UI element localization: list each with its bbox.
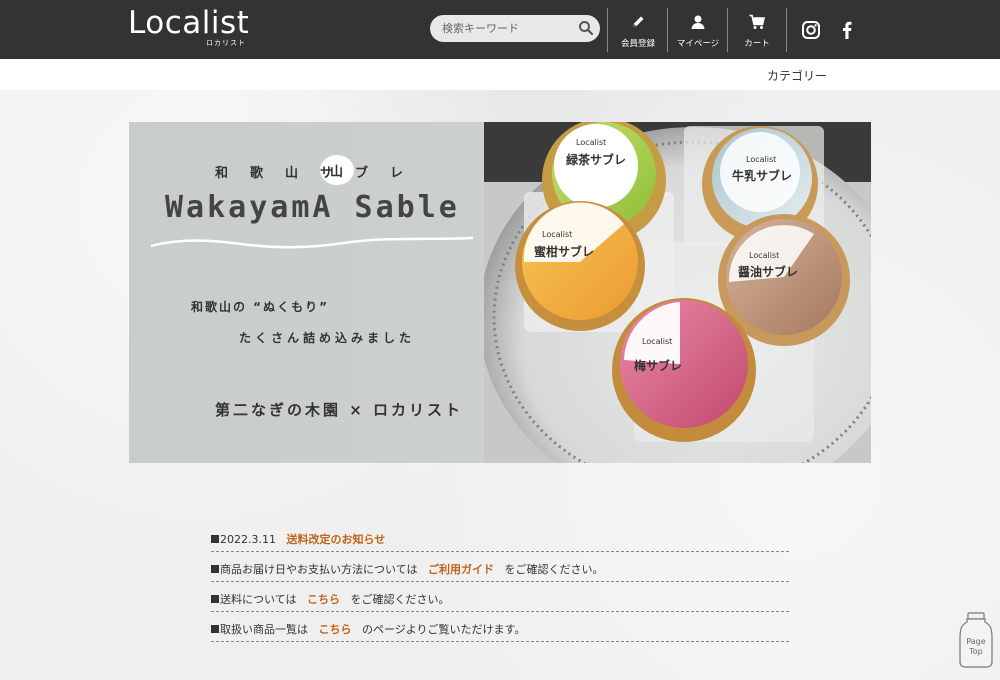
banner-text-area: 山 和歌山サブレ WakayamA Sable 和歌山の “ぬくもり” たくさん…: [129, 122, 499, 463]
notice-item: 送料については こちら をご確認ください。: [211, 582, 789, 612]
site-logo[interactable]: Localist ロカリスト: [128, 6, 250, 48]
label-mikan-name: 蜜柑サブレ: [534, 244, 594, 259]
notice-text: 取扱い商品一覧は: [220, 623, 308, 636]
page-top-line1: Page: [966, 637, 985, 646]
instagram-icon[interactable]: [801, 20, 821, 40]
page-top-button[interactable]: Page Top: [958, 612, 994, 668]
header-bar: Localist ロカリスト 会員登録 マイページ カート: [0, 0, 1000, 59]
category-bar: カテゴリー: [0, 59, 1000, 90]
hero-banner[interactable]: 山 和歌山サブレ WakayamA Sable 和歌山の “ぬくもり” たくさん…: [129, 122, 871, 463]
search-icon[interactable]: [578, 20, 594, 36]
label-ume-brand: Localist: [642, 337, 672, 346]
banner-title: WakayamA Sable: [165, 190, 460, 225]
logo-text: Localist: [128, 5, 250, 41]
label-green-brand: Localist: [576, 138, 606, 147]
sable-photo: Localist 緑茶サブレ Localist 牛乳サブレ Localist 蜜…: [484, 122, 871, 463]
label-milk-brand: Localist: [746, 155, 776, 164]
search-input[interactable]: [442, 19, 572, 38]
nav-mypage[interactable]: マイページ: [670, 14, 726, 54]
notice-item: 2022.3.11 送料改定のお知らせ: [211, 522, 789, 552]
notice-date: 2022.3.11: [220, 533, 276, 546]
nav-register[interactable]: 会員登録: [610, 14, 666, 54]
category-menu[interactable]: カテゴリー: [767, 67, 827, 84]
label-shoyu-name: 醤油サブレ: [738, 264, 798, 279]
notice-text: をご確認ください。: [504, 563, 604, 576]
label-mikan-brand: Localist: [542, 230, 572, 239]
nav-register-label: 会員登録: [620, 39, 655, 49]
cart-icon: [749, 14, 765, 29]
label-shoyu-brand: Localist: [749, 251, 779, 260]
label-milk-name: 牛乳サブレ: [732, 168, 792, 183]
bullet-square: [211, 625, 219, 633]
bullet-square: [211, 565, 219, 573]
notice-text: 商品お届け日やお支払い方法については: [220, 563, 418, 576]
nav-divider: [727, 8, 728, 52]
bullet-square: [211, 595, 219, 603]
facebook-icon[interactable]: [837, 20, 857, 40]
notice-item: 商品お届け日やお支払い方法については ご利用ガイド をご確認ください。: [211, 552, 789, 582]
nav-divider: [667, 8, 668, 52]
label-ume-name: 梅サブレ: [634, 358, 682, 373]
notice-item: 取扱い商品一覧は こちら のページよりご覧いただけます。: [211, 612, 789, 642]
notice-list: 2022.3.11 送料改定のお知らせ 商品お届け日やお支払い方法については ご…: [211, 522, 789, 642]
notice-link-shipping-update[interactable]: 送料改定のお知らせ: [286, 533, 385, 546]
nav-divider: [786, 8, 787, 52]
page-top-line2: Top: [968, 647, 983, 656]
banner-kicker: 和歌山サブレ: [215, 162, 435, 182]
banner-tagline-1: 和歌山の “ぬくもり”: [191, 300, 329, 314]
notice-text: をご確認ください。: [350, 593, 450, 606]
banner-collab: 第二なぎの木園 × ロカリスト: [215, 401, 464, 419]
user-icon: [691, 15, 705, 29]
wave-divider: [151, 236, 473, 249]
nav-mypage-label: マイページ: [676, 39, 720, 49]
notice-text: 送料については: [220, 593, 297, 606]
banner-kicker-text: 和歌山サブレ: [215, 166, 426, 181]
label-green-name: 緑茶サブレ: [566, 152, 626, 167]
nav-cart[interactable]: カート: [729, 14, 785, 54]
notice-text: のページよりご覧いただけます。: [362, 623, 526, 636]
banner-tagline-2: たくさん詰め込みました: [239, 331, 416, 345]
notice-link-shipping[interactable]: こちら: [307, 593, 340, 606]
search-box: [430, 15, 600, 42]
bullet-square: [211, 535, 219, 543]
logo-subtext: ロカリスト: [206, 39, 246, 47]
nav-divider: [607, 8, 608, 52]
nav-cart-label: カート: [744, 39, 770, 49]
notice-link-products[interactable]: こちら: [319, 623, 352, 636]
notice-link-guide[interactable]: ご利用ガイド: [428, 563, 494, 576]
pencil-icon: [633, 16, 644, 27]
